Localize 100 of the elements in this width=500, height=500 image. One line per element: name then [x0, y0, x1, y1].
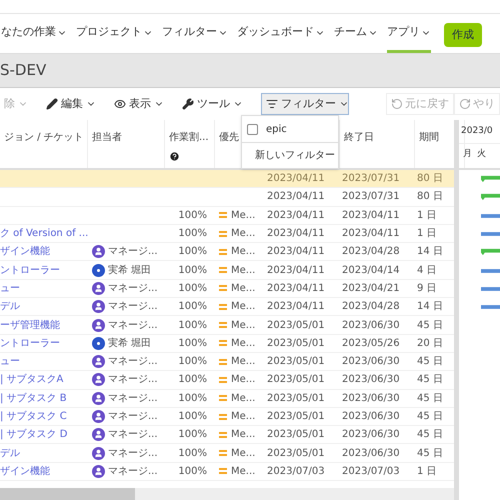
percent-text: 100% [178, 246, 207, 258]
nav-tab[interactable]: プロジェクト [76, 17, 153, 53]
end-date: 2023/06/30 [342, 392, 400, 404]
end-date: 2023/04/21 [342, 282, 400, 294]
nav-tab[interactable]: チーム [334, 17, 378, 53]
start-date: 2023/05/01 [267, 356, 325, 368]
priority-icon [219, 450, 227, 456]
checkbox[interactable] [247, 124, 258, 134]
ticket-link[interactable]: ザイン機能 [0, 466, 50, 477]
assignee-name: マネージ... [108, 446, 158, 461]
ticket-link[interactable]: ザイン機能 [0, 246, 50, 258]
toolbar-button[interactable]: 編集 [42, 93, 100, 115]
start-date: 2023/05/01 [267, 392, 325, 404]
toolbar-button[interactable]: フィルター [261, 93, 349, 115]
start-date: 2023/04/11 [267, 210, 325, 221]
start-date: 2023/04/11 [267, 301, 325, 312]
table-row[interactable]: ントローラー 実希 堀田 100% Me... 2023/04/11 2023/04/14 4 日 [0, 261, 454, 280]
table-row[interactable]: 2023/04/11 2023/07/31 80 日 [0, 188, 454, 207]
create-button[interactable]: 作成 [444, 23, 482, 47]
nav-tab[interactable]: なたの作業 [1, 17, 67, 53]
assignee-name: マネージ... [108, 373, 158, 388]
avatar-icon [92, 464, 105, 478]
priority-text: Me... [231, 355, 256, 370]
percent-text: 100% [178, 356, 207, 368]
gantt-bar [481, 304, 500, 310]
undo-icon [391, 98, 403, 110]
duration-text: 1 日 [417, 228, 437, 240]
menu-item[interactable]: 新しいフィルター [242, 142, 338, 168]
avatar-icon [92, 410, 105, 423]
gantt-day: 月 [463, 148, 472, 162]
table-row[interactable]: | サブタスク D マネージ... 100% Me... 2023/05/01 2023/06/30 45 日 [0, 426, 454, 444]
priority-icon [219, 322, 227, 328]
table-row[interactable]: ュー マネージ... 100% Me... 2023/05/01 2023/06/30 45 日 [0, 352, 454, 372]
start-date: 2023/04/11 [267, 282, 325, 294]
avatar-icon [92, 373, 105, 386]
end-date: 2023/04/28 [342, 301, 400, 312]
avatar-icon [92, 245, 105, 258]
duration-text: 20 日 [417, 338, 443, 349]
table-row[interactable]: ーザ管理機能 マネージ... 100% Me... 2023/05/01 2023/06/30 45 日 [0, 316, 454, 335]
table-row[interactable]: デル マネージ... 100% Me... 2023/04/11 2023/04/28 14 日 [0, 298, 454, 316]
table-row[interactable]: 100% Me... 2023/04/11 2023/04/11 1 日 [0, 206, 454, 225]
duration-text: 45 日 [417, 411, 443, 422]
table-row[interactable]: | サブタスク B マネージ... 100% Me... 2023/05/01 2023/06/30 45 日 [0, 390, 454, 408]
priority-icon [219, 285, 227, 292]
start-date: 2023/05/01 [267, 338, 325, 349]
ticket-link[interactable]: ーザ管理機能 [0, 320, 60, 331]
table-row[interactable]: デル マネージ... 100% Me... 2023/05/01 2023/06/30 45 日 [0, 444, 454, 463]
assignee-name: マネージ... [108, 410, 158, 424]
ticket-link[interactable]: ク of Version of ... [0, 228, 88, 240]
avatar-icon [92, 336, 105, 350]
end-date: 2023/07/31 [342, 173, 400, 184]
menu-item[interactable]: epic [242, 116, 338, 142]
duration-text: 45 日 [417, 448, 443, 459]
start-date: 2023/05/01 [267, 448, 325, 459]
ticket-link[interactable]: ントローラー [0, 264, 60, 276]
ticket-link[interactable]: ントローラー [0, 338, 60, 349]
percent-text: 100% [178, 338, 207, 349]
column-header: 期間 [419, 130, 440, 145]
avatar-icon [92, 428, 105, 442]
column-header: 終了日 [344, 131, 375, 145]
avatar-icon [92, 355, 105, 368]
nav-tab[interactable]: ダッシュボード [237, 17, 325, 53]
ticket-link[interactable]: デル [0, 448, 20, 459]
ticket-link[interactable]: デル [0, 301, 20, 312]
percent-text: 100% [178, 282, 207, 294]
gantt-bar [481, 231, 500, 238]
toolbar-button[interactable]: 表示 [110, 93, 168, 115]
duration-text: 1 日 [417, 210, 437, 221]
start-date: 2023/05/01 [267, 411, 325, 422]
ticket-link[interactable]: ュー [0, 356, 20, 368]
gantt-bar [481, 192, 500, 202]
duration-text: 4 日 [417, 264, 437, 276]
percent-text: 100% [178, 466, 207, 477]
assignee-name: マネージ... [108, 464, 158, 479]
table-row[interactable]: ュー マネージ... 100% Me... 2023/04/11 2023/04/21 9 日 [0, 280, 454, 298]
ticket-link[interactable]: | サブタスク B [0, 392, 67, 404]
table-row[interactable]: ザイン機能 マネージ... 100% Me... 2023/07/03 2023/07/03 1 日 [0, 462, 454, 482]
priority-text: Me... [231, 282, 256, 296]
gantt-bar [481, 247, 500, 258]
priority-text: Me... [231, 464, 256, 479]
ticket-link[interactable]: ュー [0, 282, 20, 294]
table-row[interactable]: ントローラー 実希 堀田 100% Me... 2023/05/01 2023/05/26 20 日 [0, 334, 454, 353]
priority-icon [219, 468, 227, 474]
filter-icon [266, 98, 278, 110]
table-row[interactable]: | サブタスクA マネージ... 100% Me... 2023/05/01 2023/06/30 45 日 [0, 371, 454, 390]
priority-icon [219, 230, 227, 237]
toolbar-button[interactable]: ツール [178, 93, 247, 115]
ticket-link[interactable]: | サブタスク D [0, 429, 68, 440]
horizontal-scrollbar[interactable] [0, 488, 454, 500]
table-row[interactable]: 2023/04/11 2023/07/31 80 日 [0, 170, 454, 188]
table-row[interactable]: ザイン機能 マネージ... 100% Me... 2023/04/11 2023/04/28 14 日 [0, 243, 454, 262]
end-date: 2023/06/30 [342, 356, 400, 368]
percent-text: 100% [178, 320, 207, 331]
priority-text: Me... [231, 300, 256, 314]
project-title: S-DEV [0, 60, 46, 82]
table-row[interactable]: | サブタスク C マネージ... 100% Me... 2023/05/01 2023/06/30 45 日 [0, 408, 454, 426]
ticket-link[interactable]: | サブタスク C [0, 411, 67, 422]
ticket-link[interactable]: | サブタスクA [0, 374, 64, 386]
priority-text: Me... [231, 392, 256, 406]
nav-tab[interactable]: フィルター [162, 17, 228, 53]
